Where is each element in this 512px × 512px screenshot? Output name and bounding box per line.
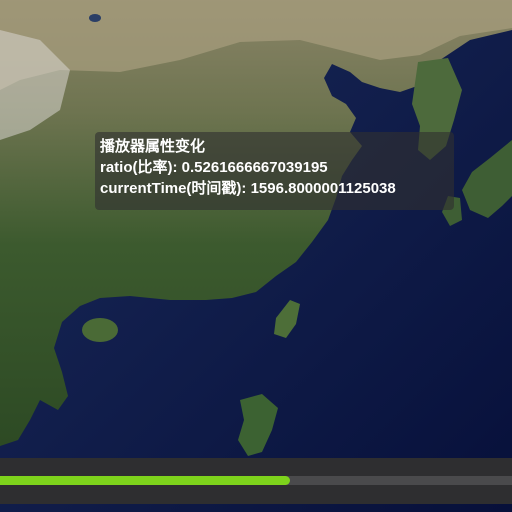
progress-track[interactable] (0, 476, 512, 485)
ratio-readout: ratio(比率): 0.5261666667039195 (100, 159, 328, 176)
progress-fill (0, 476, 290, 485)
player-control-bar (0, 458, 512, 504)
hainan-island (82, 318, 118, 342)
satellite-map[interactable] (0, 0, 512, 512)
northern-lake (89, 14, 101, 22)
player-properties-panel: 播放器属性变化 ratio(比率): 0.5261666667039195 cu… (95, 132, 454, 210)
panel-title: 播放器属性变化 (100, 138, 206, 155)
current-time-readout: currentTime(时间戳): 1596.8000001125038 (100, 180, 396, 197)
